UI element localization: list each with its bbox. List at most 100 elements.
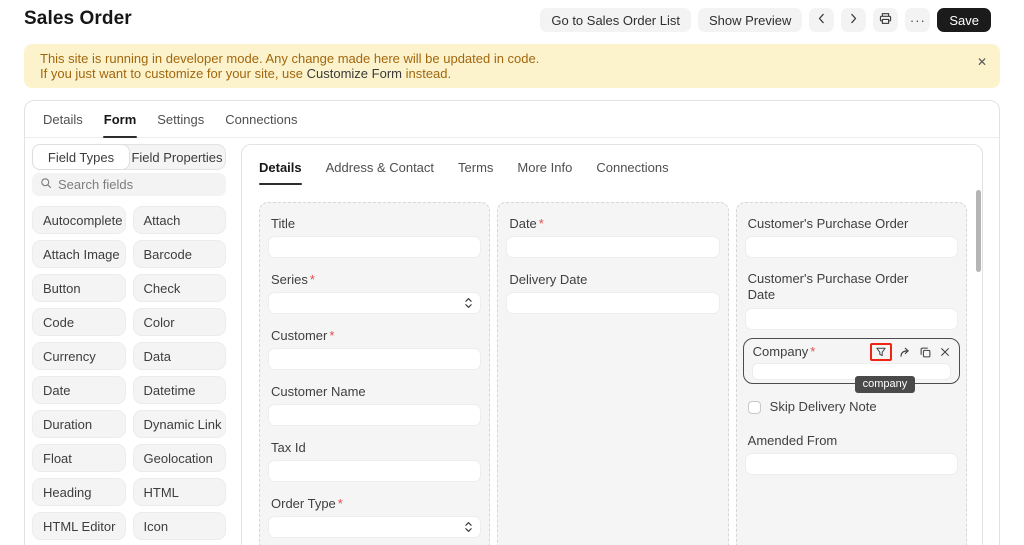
required-marker: * <box>810 344 815 359</box>
customize-form-link[interactable]: Customize Form <box>307 66 402 81</box>
show-preview-button[interactable]: Show Preview <box>698 8 802 32</box>
field-skip-delivery-note[interactable]: Skip Delivery Note <box>745 399 958 415</box>
field-customers-purchase-order-date[interactable]: Customer's Purchase Order Date <box>745 271 958 330</box>
field-type-data[interactable]: Data <box>133 342 227 370</box>
form-column-1: Title Series* Customer* Custome <box>259 202 490 545</box>
field-type-date[interactable]: Date <box>32 376 126 404</box>
form-tab-more-info[interactable]: More Info <box>517 160 572 185</box>
sidebar-toggle: Field Types Field Properties <box>32 144 226 170</box>
field-type-heading[interactable]: Heading <box>32 478 126 506</box>
customers-purchase-order-input[interactable] <box>745 236 958 258</box>
order-type-select[interactable] <box>268 516 481 538</box>
form-tab-connections[interactable]: Connections <box>596 160 668 185</box>
customer-name-input[interactable] <box>268 404 481 426</box>
company-input[interactable] <box>752 363 951 380</box>
field-type-datetime[interactable]: Datetime <box>133 376 227 404</box>
chevron-right-icon <box>847 12 860 28</box>
field-type-color[interactable]: Color <box>133 308 227 336</box>
tab-settings[interactable]: Settings <box>156 101 205 137</box>
company-tooltip: company <box>855 376 916 393</box>
filter-icon[interactable] <box>875 346 887 358</box>
toolbar: Go to Sales Order List Show Preview ··· <box>540 8 991 32</box>
form-column-2: Date* Delivery Date <box>497 202 728 545</box>
required-marker: * <box>338 496 343 511</box>
select-caret-icon <box>464 296 473 315</box>
field-tax-id[interactable]: Tax Id <box>268 440 481 482</box>
field-type-currency[interactable]: Currency <box>32 342 126 370</box>
tab-connections[interactable]: Connections <box>224 101 298 137</box>
field-label: Customer Name <box>271 384 446 400</box>
delivery-date-input[interactable] <box>506 292 719 314</box>
page-title: Sales Order <box>24 8 132 30</box>
vertical-scrollbar[interactable] <box>976 190 981 272</box>
field-customers-purchase-order[interactable]: Customer's Purchase Order <box>745 216 958 258</box>
field-label: Customer* <box>271 328 446 344</box>
header: Sales Order Go to Sales Order List Show … <box>0 0 1024 44</box>
checkbox-icon[interactable] <box>748 401 761 414</box>
search-icon <box>40 176 52 194</box>
field-order-type[interactable]: Order Type* <box>268 496 481 538</box>
menu-button[interactable]: ··· <box>905 8 930 32</box>
field-customer-name[interactable]: Customer Name <box>268 384 481 426</box>
field-title[interactable]: Title <box>268 216 481 258</box>
field-label: Customer's Purchase Order Date <box>748 271 923 303</box>
move-icon[interactable] <box>899 346 912 359</box>
tab-details[interactable]: Details <box>42 101 84 137</box>
field-type-dynamic-link[interactable]: Dynamic Link <box>133 410 227 438</box>
go-to-sales-order-list-button[interactable]: Go to Sales Order List <box>540 8 691 32</box>
field-type-check[interactable]: Check <box>133 274 227 302</box>
print-button[interactable] <box>873 8 898 32</box>
field-date[interactable]: Date* <box>506 216 719 258</box>
field-type-html[interactable]: HTML <box>133 478 227 506</box>
field-label: Delivery Date <box>509 272 684 288</box>
field-type-autocomplete[interactable]: Autocomplete <box>32 206 126 234</box>
search-fields-input[interactable] <box>58 177 218 192</box>
banner-line2: If you just want to customize for your s… <box>40 66 984 81</box>
field-label: Title <box>271 216 446 232</box>
field-type-attach[interactable]: Attach <box>133 206 227 234</box>
highlight-box <box>870 343 892 361</box>
field-type-attach-image[interactable]: Attach Image <box>32 240 126 268</box>
field-label: Series* <box>271 272 446 288</box>
field-customer[interactable]: Customer* <box>268 328 481 370</box>
field-type-code[interactable]: Code <box>32 308 126 336</box>
amended-from-input[interactable] <box>745 453 958 475</box>
field-label: Customer's Purchase Order <box>748 216 923 232</box>
developer-mode-banner: This site is running in developer mode. … <box>24 44 1000 88</box>
banner-close-icon[interactable]: ✕ <box>977 55 987 69</box>
form-tab-terms[interactable]: Terms <box>458 160 493 185</box>
form-tab-address-contact[interactable]: Address & Contact <box>326 160 434 185</box>
date-input[interactable] <box>506 236 719 258</box>
field-type-button[interactable]: Button <box>32 274 126 302</box>
field-amended-from[interactable]: Amended From <box>745 433 958 475</box>
field-label: Amended From <box>748 433 923 449</box>
field-label: Order Type* <box>271 496 446 512</box>
doctype-card: Details Form Settings Connections Field … <box>24 100 1000 545</box>
field-type-float[interactable]: Float <box>32 444 126 472</box>
banner-line1: This site is running in developer mode. … <box>40 51 984 66</box>
field-type-geolocation[interactable]: Geolocation <box>133 444 227 472</box>
customer-input[interactable] <box>268 348 481 370</box>
series-select[interactable] <box>268 292 481 314</box>
field-properties-tab[interactable]: Field Properties <box>129 145 225 169</box>
field-type-barcode[interactable]: Barcode <box>133 240 227 268</box>
field-type-duration[interactable]: Duration <box>32 410 126 438</box>
field-types-tab[interactable]: Field Types <box>32 144 130 170</box>
previous-document-button[interactable] <box>809 8 834 32</box>
customers-purchase-order-date-input[interactable] <box>745 308 958 330</box>
tax-id-input[interactable] <box>268 460 481 482</box>
next-document-button[interactable] <box>841 8 866 32</box>
field-type-icon[interactable]: Icon <box>133 512 227 540</box>
field-type-html-editor[interactable]: HTML Editor <box>32 512 126 540</box>
field-company-selected[interactable]: Company* <box>743 338 960 384</box>
ellipsis-icon: ··· <box>910 14 926 27</box>
form-column-3: Customer's Purchase Order Customer's Pur… <box>736 202 967 545</box>
title-input[interactable] <box>268 236 481 258</box>
duplicate-icon[interactable] <box>919 346 932 359</box>
field-delivery-date[interactable]: Delivery Date <box>506 272 719 314</box>
field-series[interactable]: Series* <box>268 272 481 314</box>
remove-field-icon[interactable] <box>939 346 951 358</box>
tab-form[interactable]: Form <box>103 101 138 137</box>
form-tab-details[interactable]: Details <box>259 160 302 185</box>
save-button[interactable]: Save <box>937 8 991 32</box>
